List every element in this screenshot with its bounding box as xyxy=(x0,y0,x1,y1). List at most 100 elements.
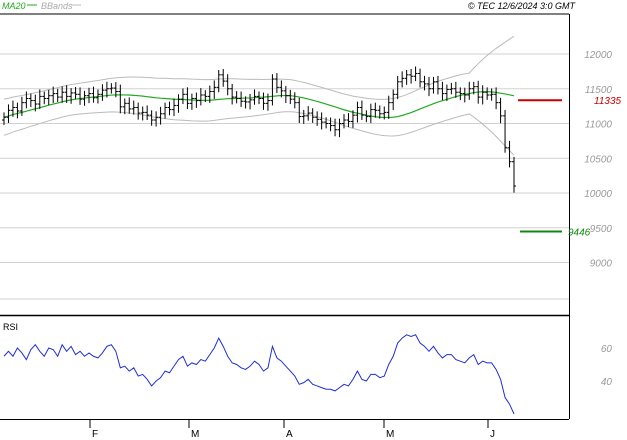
ohlc-bar xyxy=(176,94,181,113)
ohlc-bar xyxy=(512,156,516,193)
x-axis: FMAMJ xyxy=(89,419,495,440)
ohlc-bar xyxy=(167,101,172,116)
ohlc-bar xyxy=(328,117,333,132)
ohlc-bar xyxy=(131,100,136,115)
level-label: 9446 xyxy=(568,228,591,239)
ohlc-bar xyxy=(292,92,297,109)
ohlc-bar xyxy=(158,106,163,125)
ohlc-bar xyxy=(6,104,11,123)
ohlc-bar xyxy=(440,81,445,101)
ohlc-bars xyxy=(2,66,516,193)
ohlc-bar xyxy=(140,106,145,121)
ohlc-bar xyxy=(288,89,293,105)
ohlc-bar xyxy=(346,113,351,128)
rsi-y-tick-label: 40 xyxy=(601,377,613,388)
ohlc-bar xyxy=(154,111,159,127)
ohlc-bar xyxy=(163,102,168,119)
ohlc-bar xyxy=(333,118,338,137)
stock-chart: MA20 BBands © TEC 12/6/2024 3:0 GMT 1200… xyxy=(0,1,622,440)
ohlc-bar xyxy=(297,97,302,124)
ohlc-bar xyxy=(337,118,342,138)
ohlc-bar xyxy=(109,83,114,94)
rsi-y-tick-label: 60 xyxy=(601,344,613,355)
bband-lower xyxy=(3,111,515,156)
ohlc-bar xyxy=(42,91,47,105)
level-label: 11335 xyxy=(594,96,622,107)
ohlc-bar xyxy=(230,83,235,105)
ohlc-bar xyxy=(503,109,508,153)
rsi-title: RSI xyxy=(3,322,18,332)
ohlc-bar xyxy=(198,88,203,106)
ohlc-bar xyxy=(418,68,423,88)
rsi-path xyxy=(3,334,515,415)
y-tick-label: 11500 xyxy=(585,85,613,96)
y-tick-label: 10500 xyxy=(584,154,612,165)
x-tick-label: A xyxy=(286,429,293,440)
ohlc-bar xyxy=(413,66,418,82)
ohlc-bar xyxy=(359,100,364,121)
ohlc-bar xyxy=(409,68,414,84)
ohlc-bar xyxy=(248,93,253,110)
x-tick-label: F xyxy=(92,429,98,440)
ohlc-bar xyxy=(319,112,324,130)
y-tick-label: 11000 xyxy=(585,120,613,131)
ohlc-bar xyxy=(180,88,185,105)
y-tick-label: 9000 xyxy=(590,259,613,270)
y-tick-label: 10000 xyxy=(584,189,612,200)
ohlc-bar xyxy=(494,87,499,110)
ohlc-bar xyxy=(122,98,127,115)
ohlc-bar xyxy=(507,140,512,168)
ohlc-bar xyxy=(395,75,400,100)
ohlc-bar xyxy=(422,75,427,91)
ohlc-bar xyxy=(185,87,190,110)
rsi-line xyxy=(3,334,515,415)
ohlc-bar xyxy=(427,76,431,97)
ohlc-bar xyxy=(480,85,485,105)
ohlc-bar xyxy=(301,109,306,124)
y-tick-label: 9500 xyxy=(590,224,613,235)
ohlc-bar xyxy=(458,87,463,101)
ohlc-bar xyxy=(404,69,409,85)
ohlc-bar xyxy=(78,87,83,105)
ohlc-bar xyxy=(373,102,378,118)
ohlc-bar xyxy=(145,105,150,121)
ohlc-bar xyxy=(364,110,369,123)
legend-bbands: BBands xyxy=(41,1,73,11)
ohlc-bar xyxy=(69,88,74,104)
x-tick-label: M xyxy=(191,429,199,440)
rsi-y-axis: 60 40 xyxy=(601,344,613,388)
ohlc-bar xyxy=(306,106,311,121)
ohlc-bar xyxy=(234,91,239,104)
ohlc-bar xyxy=(400,71,405,88)
copyright-stamp: © TEC 12/6/2024 3:0 GMT xyxy=(468,1,577,11)
x-tick-label: J xyxy=(490,429,495,440)
ohlc-bar xyxy=(28,93,33,108)
ohlc-bar xyxy=(212,80,217,99)
ohlc-bar xyxy=(453,81,458,98)
ohlc-bar xyxy=(87,87,91,104)
ohlc-bar xyxy=(221,68,226,87)
ohlc-bar xyxy=(498,97,503,124)
legend-ma20: MA20 xyxy=(2,1,26,11)
ohlc-bar xyxy=(467,81,472,100)
ohlc-bar xyxy=(391,89,396,111)
ohlc-bar xyxy=(368,103,373,124)
ohlc-bar xyxy=(100,84,105,101)
ohlc-bar xyxy=(435,75,440,95)
ohlc-bar xyxy=(274,73,279,94)
ohlc-bar xyxy=(136,102,141,120)
ohlc-bar xyxy=(225,74,230,96)
y-tick-label: 12000 xyxy=(584,50,612,61)
ohlc-bar xyxy=(261,92,266,110)
ohlc-bar xyxy=(489,88,494,101)
ohlc-bar xyxy=(239,91,244,107)
ohlc-bar xyxy=(127,97,132,114)
ohlc-bar xyxy=(431,76,436,94)
ohlc-bar xyxy=(55,88,60,102)
x-tick-label: M xyxy=(386,429,394,440)
ohlc-bar xyxy=(46,89,51,106)
ohlc-bar xyxy=(172,98,176,117)
ohlc-bar xyxy=(355,101,360,123)
ohlc-bar xyxy=(15,102,20,119)
ohlc-bar xyxy=(189,93,194,110)
